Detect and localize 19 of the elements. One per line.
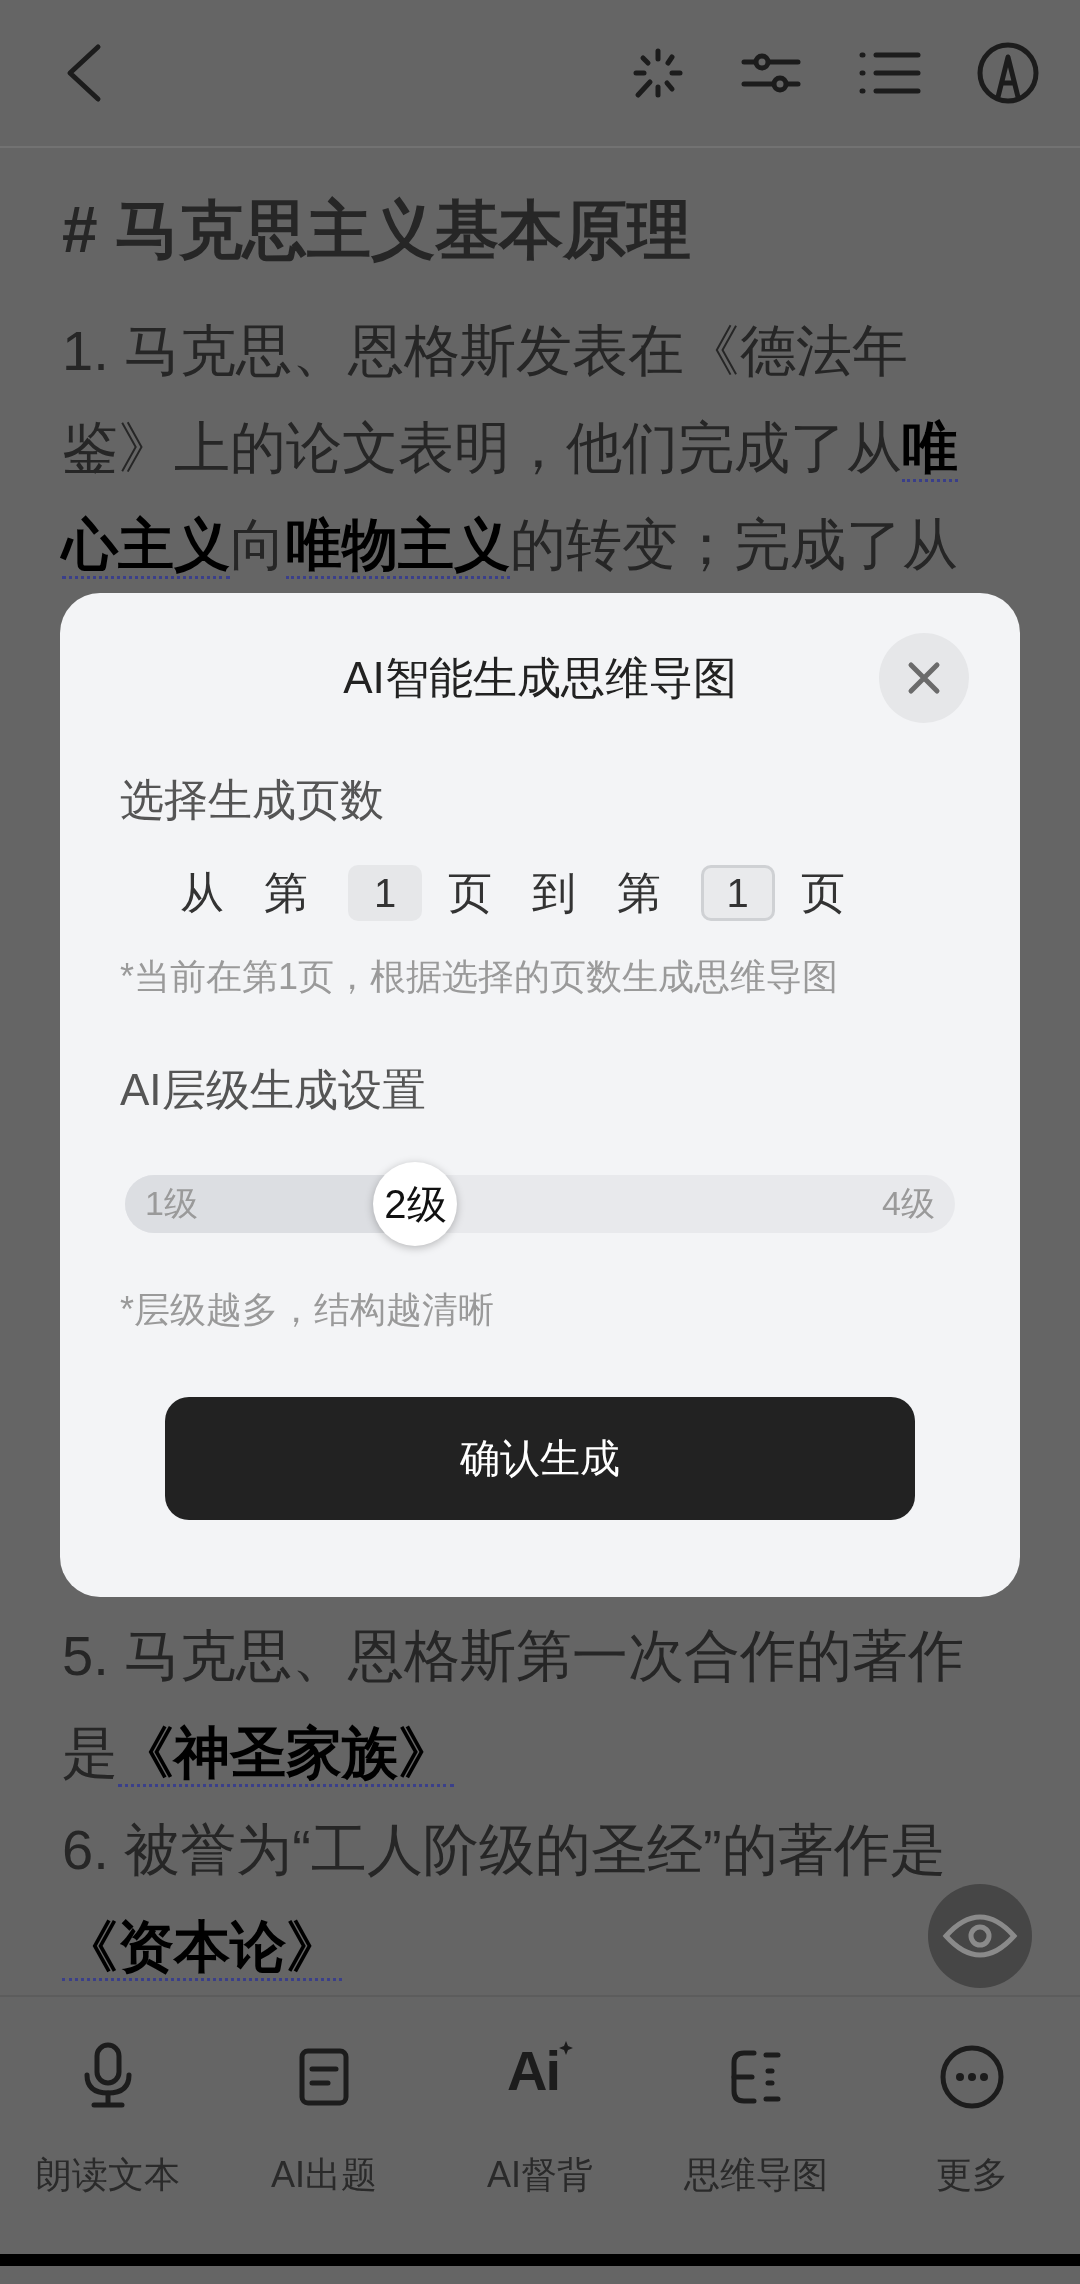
document-paragraph: 1. 马克思、恩格斯发表在《德法年鉴》上的论文表明，他们完成了从唯心主义向唯物主义的转变；完成了从: [62, 302, 1000, 593]
slider-min-label: 1级: [145, 1183, 198, 1224]
dialog-title: AI智能生成思维导图: [343, 651, 737, 704]
close-icon: [907, 661, 941, 695]
confirm-button[interactable]: 确认生成: [165, 1397, 915, 1520]
hint-text: *层级越多，结构越清晰: [120, 1288, 495, 1332]
pen-icon[interactable]: [976, 41, 1040, 105]
document-heading: # 马克思主义基本原理: [62, 193, 693, 268]
slider-thumb[interactable]: 2级: [373, 1162, 458, 1246]
page-field[interactable]: 1: [348, 865, 423, 921]
section-title: AI层级生成设置: [120, 1064, 427, 1116]
page-range-label: 页: [800, 866, 859, 919]
page-range-label: 从 第: [180, 866, 323, 919]
slider-max-label: 4级: [882, 1183, 935, 1224]
page-range-label: 页 到 第: [448, 866, 675, 919]
page-field[interactable]: 1: [700, 865, 775, 921]
document-paragraph: 5. 马克思、恩格斯第一次合作的著作是《神圣家族》: [62, 1607, 1000, 1801]
hint-text: *当前在第1页，根据选择的页数生成思维导图: [120, 955, 840, 999]
section-title: 选择生成页数: [120, 774, 385, 826]
